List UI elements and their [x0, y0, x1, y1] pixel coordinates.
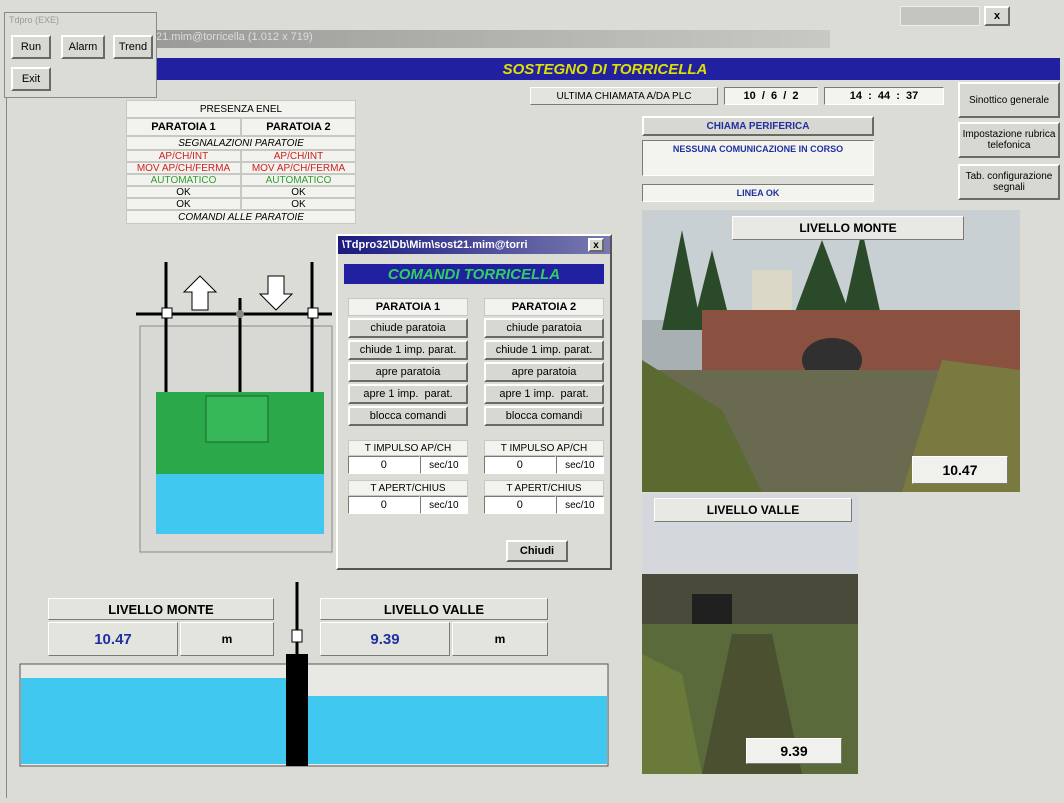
exit-button[interactable]: Exit: [11, 67, 51, 91]
col2-timp-unit: sec/10: [555, 456, 604, 474]
launcher-title: Tdpro (EXE): [9, 15, 60, 25]
sinottico-generale-button[interactable]: Sinottico generale: [958, 82, 1060, 118]
signal-mov-2: MOV AP/CH/FERMA: [241, 162, 356, 174]
col1-tap-unit: sec/10: [419, 496, 468, 514]
plc-time: 14 : 44 : 37: [824, 87, 944, 105]
col2-timp-input[interactable]: 0: [484, 456, 556, 474]
tab-config-button[interactable]: Tab. configurazione segnali: [958, 164, 1060, 200]
signal-mov-1: MOV AP/CH/FERMA: [126, 162, 241, 174]
water-channel: [19, 582, 609, 767]
window-close-button[interactable]: x: [984, 6, 1010, 26]
signal-ok-1a: OK: [126, 186, 241, 198]
col1-chiude-imp-button[interactable]: chiude 1 imp. parat.: [348, 340, 468, 360]
col1-tap-label: T APERT/CHIUS: [348, 480, 468, 496]
col1-tap-input[interactable]: 0: [348, 496, 420, 514]
signal-ok-1b: OK: [126, 198, 241, 210]
window-title: 21.mim@torricella (1.012 x 719): [156, 31, 313, 43]
col1-timp-input[interactable]: 0: [348, 456, 420, 474]
col2-timp-label: T IMPULSO AP/CH: [484, 440, 604, 456]
banner-title: SOSTEGNO DI TORRICELLA: [502, 60, 708, 78]
photo-monte: [642, 210, 1020, 492]
plc-date: 10 / 6 / 2: [724, 87, 818, 105]
chiama-periferica-button[interactable]: CHIAMA PERIFERICA: [642, 116, 874, 136]
col2-title: PARATOIA 2: [484, 298, 604, 316]
col1-timp-label: T IMPULSO AP/CH: [348, 440, 468, 456]
photo-valle-label: LIVELLO VALLE: [654, 498, 852, 522]
dialog-title: \Tdpro32\Db\Mim\sost21.mim@torri: [342, 239, 528, 251]
col1-chiude-button[interactable]: chiude paratoia: [348, 318, 468, 338]
col1-apre-imp-button[interactable]: apre 1 imp. parat.: [348, 384, 468, 404]
segnalazioni-header: SEGNALAZIONI PARATOIE: [126, 136, 356, 150]
col2-tap-unit: sec/10: [555, 496, 604, 514]
titlebar-gray-strip: [900, 6, 980, 26]
paratoia2-header: PARATOIA 2: [241, 118, 356, 136]
photo-monte-value: 10.47: [912, 456, 1008, 484]
gate-diagram: [136, 262, 333, 553]
col1-apre-button[interactable]: apre paratoia: [348, 362, 468, 382]
comandi-dialog: \Tdpro32\Db\Mim\sost21.mim@torri x COMAN…: [336, 234, 612, 570]
banner: SOSTEGNO DI TORRICELLA: [150, 58, 1060, 80]
col2-blocca-button[interactable]: blocca comandi: [484, 406, 604, 426]
dialog-col1: PARATOIA 1 chiude paratoia chiude 1 imp.…: [348, 298, 468, 514]
signal-auto-2: AUTOMATICO: [241, 174, 356, 186]
run-button[interactable]: Run: [11, 35, 51, 59]
signal-ap-ch-int-1: AP/CH/INT: [126, 150, 241, 162]
dialog-header: COMANDI TORRICELLA: [344, 264, 604, 284]
left-frame-line: [6, 98, 7, 798]
col2-chiude-imp-button[interactable]: chiude 1 imp. parat.: [484, 340, 604, 360]
status-table: PRESENZA ENEL PARATOIA 1 PARATOIA 2 SEGN…: [126, 100, 356, 224]
linea-status: LINEA OK: [642, 184, 874, 202]
col2-apre-imp-button[interactable]: apre 1 imp. parat.: [484, 384, 604, 404]
photo-valle: [642, 494, 858, 774]
trend-button[interactable]: Trend: [113, 35, 153, 59]
col1-timp-unit: sec/10: [419, 456, 468, 474]
chiudi-button[interactable]: Chiudi: [506, 540, 568, 562]
plc-last-call-label: ULTIMA CHIAMATA A/DA PLC: [530, 87, 718, 105]
signal-auto-1: AUTOMATICO: [126, 174, 241, 186]
photo-monte-label: LIVELLO MONTE: [732, 216, 964, 240]
photo-valle-value: 9.39: [746, 738, 842, 764]
paratoia1-header: PARATOIA 1: [126, 118, 241, 136]
rubrica-button[interactable]: Impostazione rubrica telefonica: [958, 122, 1060, 158]
col1-title: PARATOIA 1: [348, 298, 468, 316]
signal-ok-2b: OK: [241, 198, 356, 210]
presenza-enel: PRESENZA ENEL: [126, 100, 356, 118]
dialog-col2: PARATOIA 2 chiude paratoia chiude 1 imp.…: [484, 298, 604, 514]
col2-tap-label: T APERT/CHIUS: [484, 480, 604, 496]
dialog-titlebar: \Tdpro32\Db\Mim\sost21.mim@torri x: [338, 236, 610, 254]
comm-status: NESSUNA COMUNICAZIONE IN CORSO: [642, 140, 874, 176]
col1-blocca-button[interactable]: blocca comandi: [348, 406, 468, 426]
launcher-window: Tdpro (EXE) Run Alarm Trend Exit: [4, 12, 157, 98]
signal-ap-ch-int-2: AP/CH/INT: [241, 150, 356, 162]
signal-ok-2a: OK: [241, 186, 356, 198]
dialog-header-text: COMANDI TORRICELLA: [387, 265, 561, 283]
col2-apre-button[interactable]: apre paratoia: [484, 362, 604, 382]
alarm-button[interactable]: Alarm: [61, 35, 105, 59]
col2-tap-input[interactable]: 0: [484, 496, 556, 514]
comandi-paratoie-header[interactable]: COMANDI ALLE PARATOIE: [126, 210, 356, 224]
col2-chiude-button[interactable]: chiude paratoia: [484, 318, 604, 338]
dialog-close-button[interactable]: x: [588, 238, 604, 252]
